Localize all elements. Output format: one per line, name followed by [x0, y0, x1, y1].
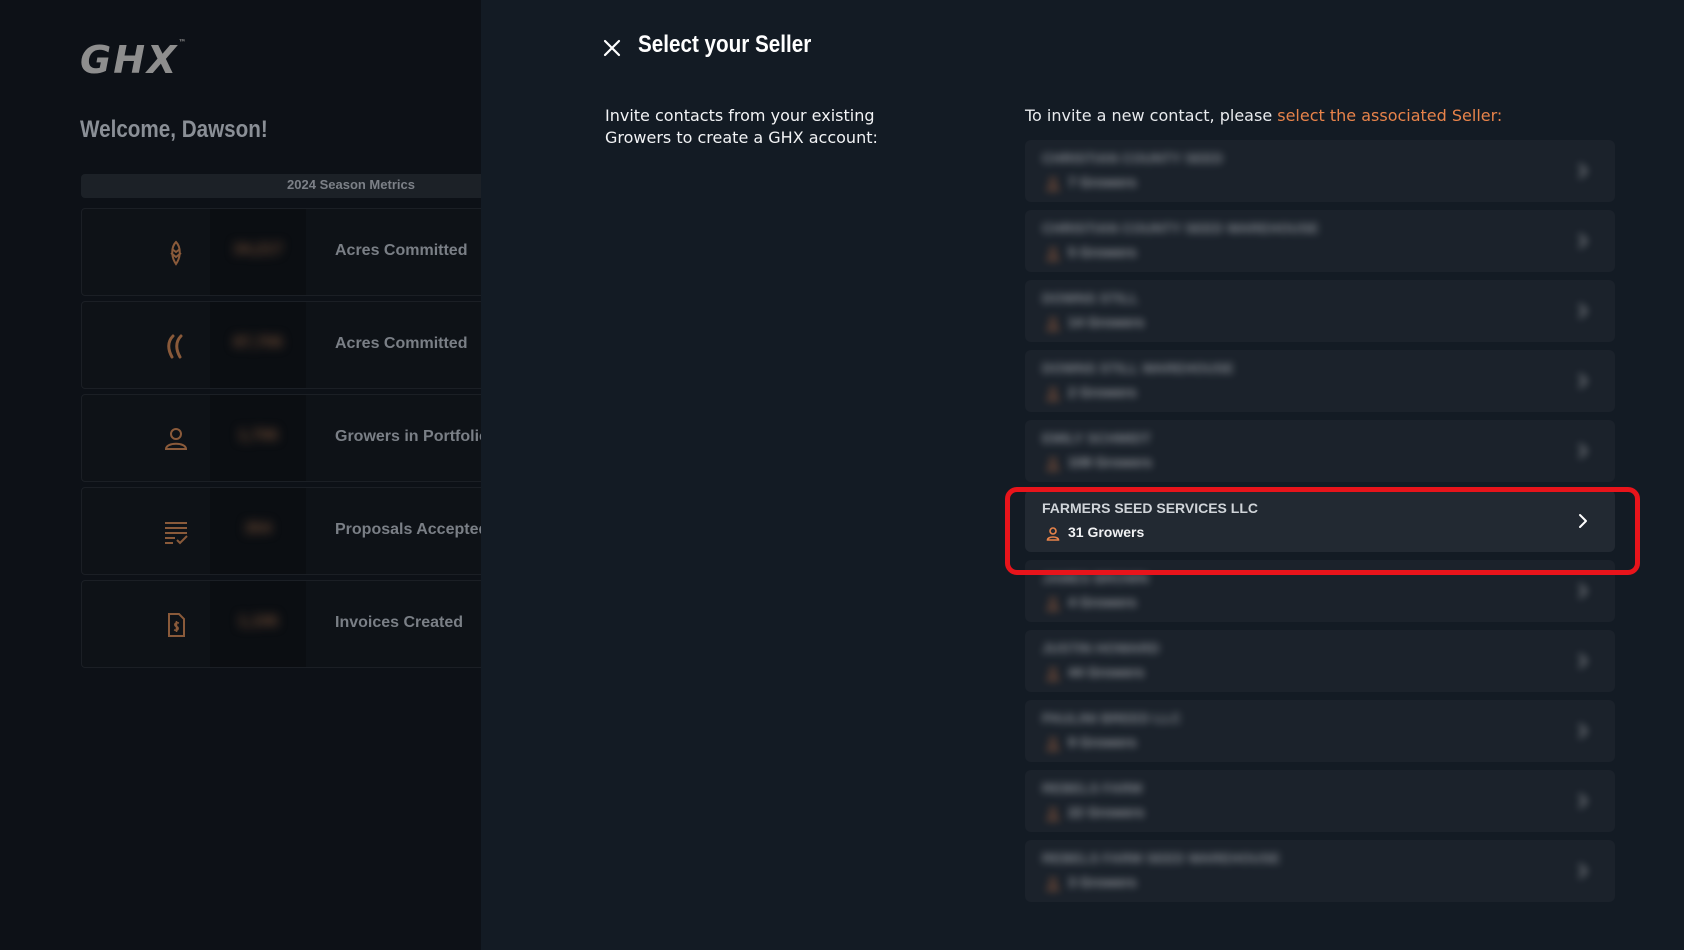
- seller-list-item[interactable]: CHRISTIAN COUNTY SEED 7 Growers: [1025, 140, 1615, 202]
- person-icon: [1045, 876, 1061, 892]
- person-icon: [1045, 666, 1061, 682]
- welcome-heading: Welcome, Dawson!: [80, 116, 268, 143]
- seller-grower-count: 3 Growers: [1068, 874, 1137, 890]
- person-icon: [162, 425, 190, 453]
- seller-name: DOWNS STILL: [1042, 290, 1139, 306]
- seller-list-item[interactable]: JAMES BROWN 4 Growers: [1025, 560, 1615, 622]
- metric-label: Growers in Portfolio: [335, 428, 481, 445]
- seller-list-item[interactable]: DOWNS STILL WAREHOUSE 2 Growers: [1025, 350, 1615, 412]
- person-icon: [1045, 246, 1061, 262]
- metric-card: 1,706 Growers in Portfolio: [81, 394, 481, 482]
- chevron-right-icon: [1575, 863, 1591, 879]
- metric-card: 34,217 Acres Committed: [81, 208, 481, 296]
- metric-card: 87,706 Acres Committed: [81, 301, 481, 389]
- seller-grower-count: 108 Growers: [1068, 454, 1153, 470]
- seller-list-item[interactable]: REBELS FARM 22 Growers: [1025, 770, 1615, 832]
- seller-list-item[interactable]: JUSTIN HOWARD 44 Growers: [1025, 630, 1615, 692]
- dashboard-background: GHX™ Welcome, Dawson! 2024 Season Metric…: [0, 0, 481, 950]
- person-icon: [1045, 456, 1061, 472]
- person-icon: [1045, 316, 1061, 332]
- seller-grower-count: 44 Growers: [1068, 664, 1145, 680]
- seller-grower-count: 9 Growers: [1068, 734, 1137, 750]
- person-icon: [1045, 526, 1061, 542]
- chevron-right-icon: [1575, 163, 1591, 179]
- seller-name: FARMERS SEED SERVICES LLC: [1042, 500, 1259, 516]
- metric-value: 34,217: [233, 241, 283, 258]
- chevron-right-icon: [1575, 373, 1591, 389]
- seller-name: PAULINI BREED LLC: [1042, 710, 1181, 726]
- select-seller-modal: Select your Seller Invite contacts from …: [481, 0, 1684, 950]
- seller-grower-count: 5 Growers: [1068, 244, 1137, 260]
- person-icon: [1045, 736, 1061, 752]
- metric-value: 87,706: [233, 334, 283, 351]
- person-icon: [1045, 806, 1061, 822]
- seller-grower-count: 2 Growers: [1068, 384, 1137, 400]
- ghx-logo: GHX™: [80, 38, 189, 82]
- chevron-right-icon: [1575, 793, 1591, 809]
- seller-list-item[interactable]: REBELS FARM SEED WAREHOUSE 3 Growers: [1025, 840, 1615, 902]
- seller-list-item[interactable]: PAULINI BREED LLC 9 Growers: [1025, 700, 1615, 762]
- corn-icon: [162, 239, 190, 267]
- metric-value: 1,106: [237, 613, 279, 630]
- invite-prefix: To invite a new contact, please: [1025, 106, 1278, 125]
- seller-name: EMILY SCHMIDT: [1042, 430, 1151, 446]
- chevron-right-icon: [1575, 583, 1591, 599]
- seller-name: JUSTIN HOWARD: [1042, 640, 1160, 656]
- metric-label: Invoices Created: [335, 614, 464, 631]
- seller-grower-count: 4 Growers: [1068, 594, 1137, 610]
- chevron-right-icon: [1575, 653, 1591, 669]
- intro-text: Invite contacts from your existing Growe…: [605, 106, 878, 147]
- metric-value: 354: [244, 520, 272, 537]
- metric-label: Proposals Accepted: [335, 521, 481, 538]
- chevron-right-icon: [1575, 513, 1591, 529]
- invite-instruction: To invite a new contact, please select t…: [1025, 105, 1502, 127]
- person-icon: [1045, 596, 1061, 612]
- soybean-icon: [162, 332, 190, 360]
- seller-name: DOWNS STILL WAREHOUSE: [1042, 360, 1234, 376]
- seller-name: CHRISTIAN COUNTY SEED WAREHOUSE: [1042, 220, 1319, 236]
- seller-list-item[interactable]: DOWNS STILL 14 Growers: [1025, 280, 1615, 342]
- seller-grower-count: 22 Growers: [1068, 804, 1145, 820]
- person-icon: [1045, 176, 1061, 192]
- chevron-right-icon: [1575, 233, 1591, 249]
- chevron-right-icon: [1575, 303, 1591, 319]
- metric-label: Acres Committed: [335, 242, 468, 259]
- seller-grower-count: 14 Growers: [1068, 314, 1145, 330]
- season-metrics-label: 2024 Season Metrics: [287, 177, 415, 192]
- chevron-right-icon: [1575, 443, 1591, 459]
- person-icon: [1045, 386, 1061, 402]
- metric-label: Acres Committed: [335, 335, 468, 352]
- seller-name: JAMES BROWN: [1042, 570, 1149, 586]
- chevron-right-icon: [1575, 723, 1591, 739]
- modal-title: Select your Seller: [638, 31, 812, 58]
- list-fade: [1024, 910, 1618, 950]
- metric-card: 1,106 Invoices Created: [81, 580, 481, 668]
- seller-name: REBELS FARM: [1042, 780, 1143, 796]
- seller-list-item[interactable]: FARMERS SEED SERVICES LLC 31 Growers: [1025, 490, 1615, 552]
- close-icon[interactable]: [602, 38, 622, 58]
- seller-list-item[interactable]: EMILY SCHMIDT 108 Growers: [1025, 420, 1615, 482]
- seller-grower-count: 31 Growers: [1068, 524, 1145, 540]
- metric-value: 1,706: [237, 427, 279, 444]
- metric-card: 354 Proposals Accepted: [81, 487, 481, 575]
- seller-grower-count: 7 Growers: [1068, 174, 1137, 190]
- season-metrics-header: 2024 Season Metrics: [81, 174, 481, 198]
- seller-name: CHRISTIAN COUNTY SEED: [1042, 150, 1223, 166]
- seller-list-item[interactable]: CHRISTIAN COUNTY SEED WAREHOUSE 5 Growers: [1025, 210, 1615, 272]
- invoice-dollar-icon: [162, 611, 190, 639]
- seller-name: REBELS FARM SEED WAREHOUSE: [1042, 850, 1281, 866]
- document-check-icon: [162, 518, 190, 546]
- invite-accent: select the associated Seller:: [1277, 106, 1503, 125]
